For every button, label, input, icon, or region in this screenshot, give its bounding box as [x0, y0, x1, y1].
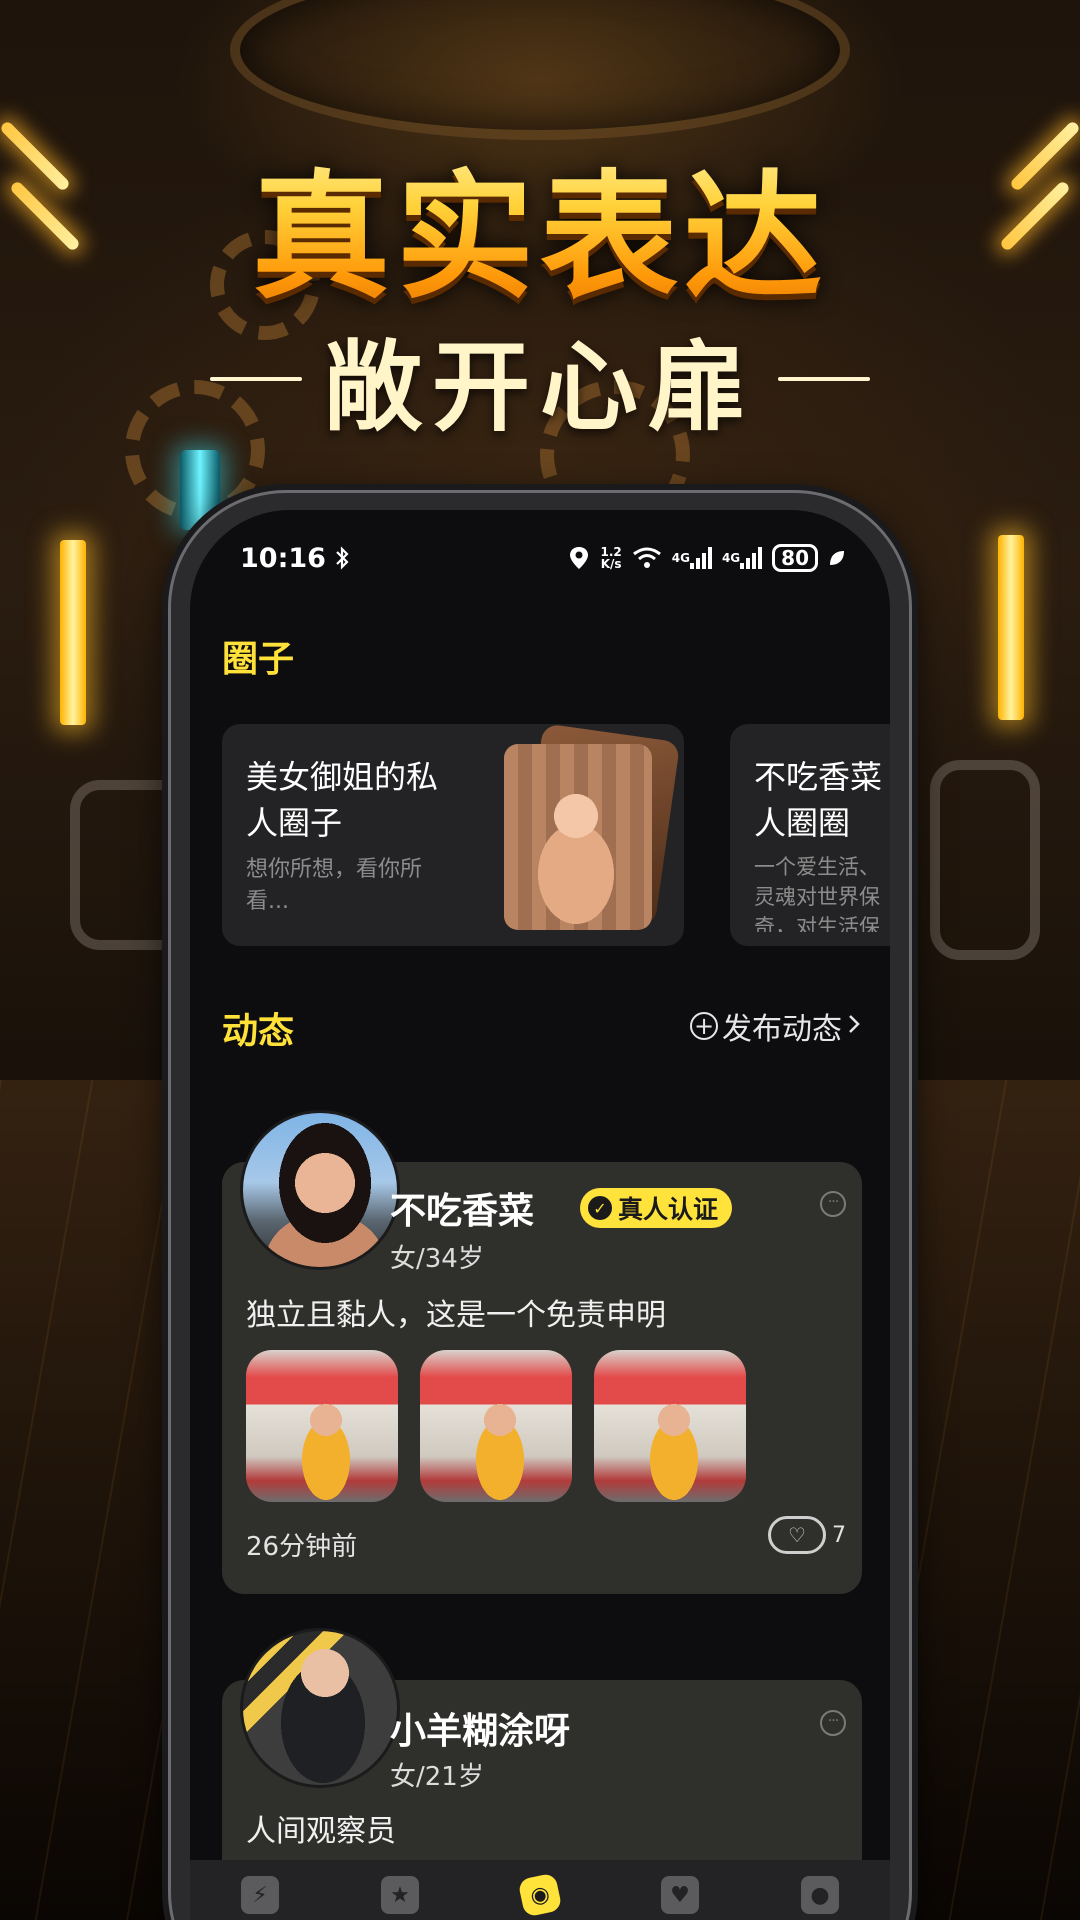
publish-post-label: 发布动态 — [722, 1012, 842, 1047]
circle-name: 不吃香菜人圈圈 — [754, 758, 883, 842]
comment-button[interactable]: ♡ 7 — [768, 1516, 846, 1554]
yellow-lamp-left — [60, 540, 86, 725]
post-text: 独立且黏人，这是一个免责申明 — [246, 1298, 666, 1333]
location-icon — [568, 545, 590, 571]
promo-subline: 敞开心扉 — [0, 308, 1080, 450]
post-username[interactable]: 不吃香菜 — [390, 1182, 534, 1234]
post-image[interactable] — [594, 1350, 746, 1502]
promo-headline: 真实表达 — [0, 125, 1080, 325]
phone-screen: 10:16 1.2 K/s 4G 4G 80 圈子 美女御姐的私人圈子 想你所想… — [190, 510, 890, 1920]
wifi-icon — [632, 546, 662, 570]
circle-card[interactable]: 美女御姐的私人圈子 想你所想，看你所看... — [222, 724, 684, 946]
promo-subline-text: 敞开心扉 — [323, 331, 756, 445]
plus-circle-icon: + — [690, 1012, 718, 1040]
more-options-icon[interactable]: ··· — [820, 1191, 846, 1217]
post-user-meta: 女/21岁 — [390, 1762, 484, 1792]
leaf-icon — [828, 549, 846, 567]
verified-badge: ✓ 真人认证 — [580, 1188, 733, 1228]
post-image[interactable] — [246, 1350, 398, 1502]
cellular-signal-2: 4G — [721, 547, 763, 569]
post-user-meta: 女/34岁 — [390, 1244, 484, 1274]
network-speed: 1.2 K/s — [600, 546, 621, 570]
circle-card[interactable]: 不吃香菜人圈圈 一个爱生活、灵魂对世界保奇，对生活保 — [730, 724, 890, 946]
signal-label-2: 4G — [721, 551, 741, 565]
pipe-decoration — [930, 760, 1040, 960]
comment-heart-icon: ♡ — [768, 1516, 826, 1554]
bottom-tab-bar: ⚡ ★ ◉ ♥ ● — [190, 1860, 890, 1920]
yellow-lamp-right — [998, 535, 1024, 720]
network-speed-unit: K/s — [600, 557, 622, 571]
verified-check-icon: ✓ — [588, 1196, 612, 1220]
post-timestamp: 26分钟前 — [246, 1532, 358, 1562]
signal-bars-icon — [740, 547, 763, 569]
subline-dash-left — [209, 377, 302, 381]
circle-name: 美女御姐的私人圈子 — [246, 758, 439, 842]
circle-description: 一个爱生活、灵魂对世界保奇，对生活保 — [754, 855, 880, 932]
circles-section-title: 圈子 — [222, 639, 295, 680]
post-username[interactable]: 小羊糊涂呀 — [390, 1702, 570, 1754]
signal-label-1: 4G — [671, 551, 690, 565]
comment-count: 7 — [832, 1522, 846, 1548]
circle-cover-image — [504, 744, 652, 930]
feed-section-title: 动态 — [222, 1011, 295, 1052]
profile-icon[interactable]: ● — [801, 1876, 839, 1914]
user-avatar[interactable] — [240, 1628, 400, 1788]
post-image-grid — [246, 1350, 746, 1502]
circle-description: 想你所想，看你所看... — [246, 857, 423, 914]
signal-bars-icon — [689, 547, 712, 569]
status-bar: 10:16 1.2 K/s 4G 4G 80 — [240, 538, 846, 578]
chevron-right-icon — [846, 1009, 862, 1044]
more-options-icon[interactable]: ··· — [820, 1710, 846, 1736]
lightning-icon[interactable]: ⚡ — [241, 1876, 279, 1914]
star-icon[interactable]: ★ — [381, 1876, 419, 1914]
publish-post-button[interactable]: + 发布动态 — [690, 1004, 862, 1048]
bluetooth-icon — [334, 546, 350, 570]
square-logo-icon[interactable]: ◉ — [517, 1872, 563, 1918]
user-avatar[interactable] — [240, 1110, 400, 1270]
post-text: 人间观察员 — [246, 1814, 396, 1849]
cellular-signal-1: 4G — [672, 547, 712, 569]
circle-cover-photos — [504, 724, 681, 930]
battery-indicator: 80 — [772, 544, 818, 572]
status-time: 10:16 — [240, 542, 326, 574]
subline-dash-right — [778, 377, 870, 381]
verified-badge-label: 真人认证 — [618, 1195, 719, 1224]
heart-icon[interactable]: ♥ — [661, 1876, 699, 1914]
post-image[interactable] — [420, 1350, 572, 1502]
